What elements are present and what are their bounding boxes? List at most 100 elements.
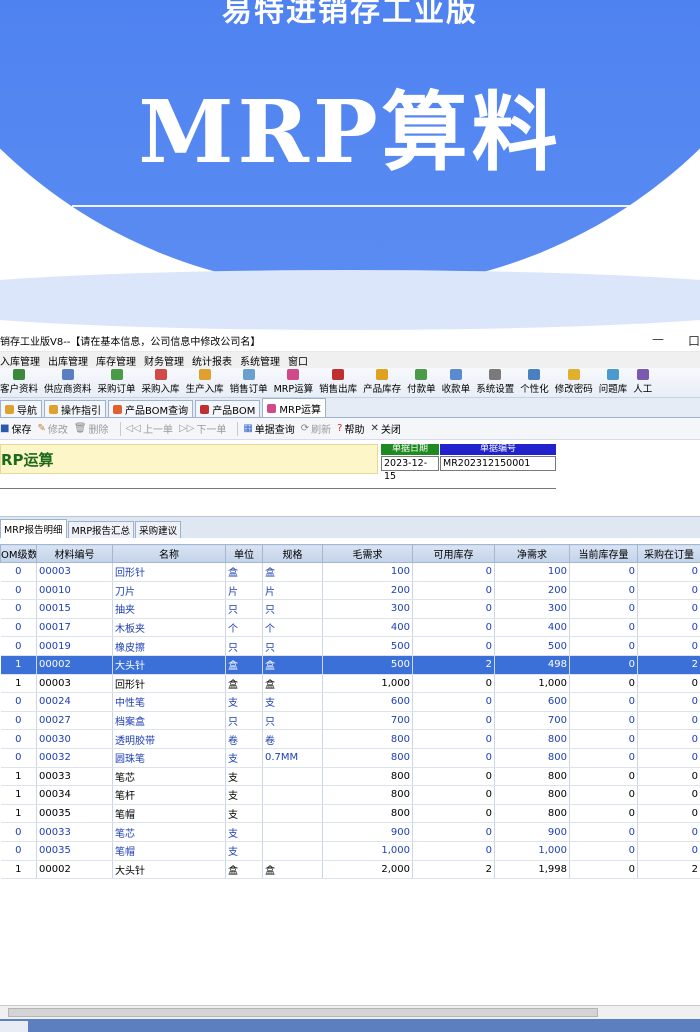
table-row[interactable]: 1 00034 笔杆支 800 0 800 0 0 [0,785,700,805]
table-row[interactable]: 0 00015 抽夹只只 300 0 300 0 0 [0,599,700,619]
toolbar-button[interactable]: 采购订单 [98,369,136,395]
report-tab[interactable]: MRP报告汇总 [67,521,135,538]
cell-level: 0 [0,562,37,582]
toolbar-button[interactable]: 付款单 [407,369,436,395]
toolbar-button[interactable]: 修改密码 [555,369,593,395]
cell-avail: 0 [412,785,495,805]
tab-icon [5,404,14,414]
table-row[interactable]: 0 00032 圆珠笔支 0.7MM 800 0 800 0 0 [0,748,700,768]
toolbar-icon [376,369,389,380]
cell-avail: 0 [412,841,495,861]
column-header[interactable]: 采购在订量 [637,544,700,563]
cell-onorder: 0 [637,822,700,842]
column-header[interactable]: 可用库存 [412,544,495,563]
cell-level: 0 [0,748,37,768]
toolbar-button[interactable]: MRP运算 [274,369,313,395]
cell-gross: 800 [322,804,413,824]
report-tab[interactable]: MRP报告明细 [0,519,67,538]
toolbar-button[interactable]: 生产入库 [186,369,224,395]
action-button[interactable]: ✕ 关闭 [370,421,400,436]
cell-stock: 0 [569,636,638,656]
toolbar-button[interactable]: 问题库 [599,369,627,395]
cell-code: 00030 [36,729,113,749]
column-header[interactable]: 单位 [225,544,263,563]
toolbar-icon [332,369,345,380]
table-row[interactable]: 0 00003 回形针盒盒 100 0 100 0 0 [0,562,700,582]
cell-name: 笔芯 [112,822,226,842]
toolbar-button[interactable]: 采购入库 [142,369,180,395]
column-header[interactable]: 毛需求 [322,544,413,563]
document-tab[interactable]: 导航 [0,400,42,417]
date-field[interactable]: 2023-12-15 [381,456,439,482]
tab-icon [267,403,277,413]
minimize-button[interactable]: — [652,332,664,346]
maximize-button[interactable]: 口 [688,332,700,349]
menu-item[interactable]: 出库管理 [48,353,93,368]
toolbar-button[interactable]: 系统设置 [476,369,514,395]
doc-no-field[interactable]: MR202312150001 [440,456,556,471]
document-tab[interactable]: 操作指引 [44,400,106,417]
table-row[interactable]: 0 00035 笔帽支 1,000 0 1,000 0 0 [0,841,700,861]
column-header[interactable]: 净需求 [494,544,570,563]
tab-label: 产品BOM [212,405,256,417]
table-row[interactable]: 0 00019 橡皮擦只只 500 0 500 0 0 [0,636,700,656]
table-row[interactable]: 1 00035 笔帽支 800 0 800 0 0 [0,804,700,824]
cell-gross: 700 [322,711,413,731]
toolbar-icon [528,369,541,380]
toolbar-button[interactable]: 供应商资料 [44,369,92,395]
toolbar-label: 产品库存 [363,384,402,395]
menu-item[interactable]: 库存管理 [96,353,141,368]
table-row[interactable]: 1 00003 回形针盒盒 1,000 0 1,000 0 0 [0,674,700,694]
cell-gross: 500 [322,655,413,675]
action-button[interactable]: ▦ 单据查询 [243,421,294,436]
table-row[interactable]: 0 00030 透明胶带卷卷 800 0 800 0 0 [0,729,700,749]
action-button[interactable]: ■ 保存 [0,421,31,436]
action-button[interactable]: ▷▷ 下一单 [179,421,226,436]
action-button[interactable]: ? 帮助 [337,421,364,436]
toolbar-icon [110,369,123,380]
cell-spec: 盒 [262,674,323,694]
toolbar-button[interactable]: 销售订单 [230,369,268,395]
action-button[interactable]: ✎ 修改 [37,421,67,436]
action-label: 修改 [47,425,68,436]
table-row[interactable]: 0 00017 木板夹个个 400 0 400 0 0 [0,618,700,638]
scrollbar-thumb[interactable] [8,1008,598,1017]
toolbar-button[interactable]: 个性化 [520,369,549,395]
column-header[interactable]: 规格 [262,544,323,563]
cell-code: 00003 [36,562,113,582]
cell-level: 1 [0,804,37,824]
toolbar-button[interactable]: 人工 [633,369,652,395]
table-row[interactable]: 0 00027 档案盒只只 700 0 700 0 0 [0,711,700,731]
menu-item[interactable]: 统计报表 [192,353,237,368]
column-header[interactable]: 名称 [112,544,226,563]
menu-item[interactable]: 财务管理 [144,353,189,368]
table-row[interactable]: 1 00002 大头针盒盒 2,000 2 1,998 0 2 [0,860,700,880]
table-row[interactable]: 0 00033 笔芯支 900 0 900 0 0 [0,822,700,842]
action-button[interactable]: 🗑 删除 [74,421,109,436]
column-header[interactable]: OM级数 [0,544,37,563]
table-row[interactable]: 0 00024 中性笔支支 600 0 600 0 0 [0,692,700,712]
cell-code: 00002 [36,860,113,880]
action-label: 上一单 [142,425,173,436]
column-header[interactable]: 当前库存量 [569,544,638,563]
cell-gross: 1,000 [322,674,413,694]
table-row[interactable]: 0 00010 刀片片片 200 0 200 0 0 [0,581,700,601]
report-tab[interactable]: 采购建议 [135,521,182,538]
action-button[interactable]: ◁◁ 上一单 [126,421,173,436]
toolbar-button[interactable]: 产品库存 [363,369,401,395]
document-tab[interactable]: MRP运算 [262,398,326,417]
table-row[interactable]: 1 00002 大头针盒盒 500 2 498 0 2 [0,655,700,675]
horizontal-scrollbar[interactable] [0,1005,700,1019]
cell-onorder: 0 [637,729,700,749]
menu-item[interactable]: 入库管理 [0,353,45,368]
toolbar-button[interactable]: 客户资料 [0,369,38,395]
action-button[interactable]: ⟳ 刷新 [301,421,331,436]
menu-item[interactable]: 窗口 [288,353,313,368]
toolbar-button[interactable]: 收款单 [442,369,470,395]
document-tab[interactable]: 产品BOM [195,400,261,417]
toolbar-button[interactable]: 销售出库 [319,369,357,395]
table-row[interactable]: 1 00033 笔芯支 800 0 800 0 0 [0,767,700,787]
document-tab[interactable]: 产品BOM查询 [108,400,194,417]
menu-item[interactable]: 系统管理 [240,353,285,368]
column-header[interactable]: 材料编号 [36,544,113,563]
